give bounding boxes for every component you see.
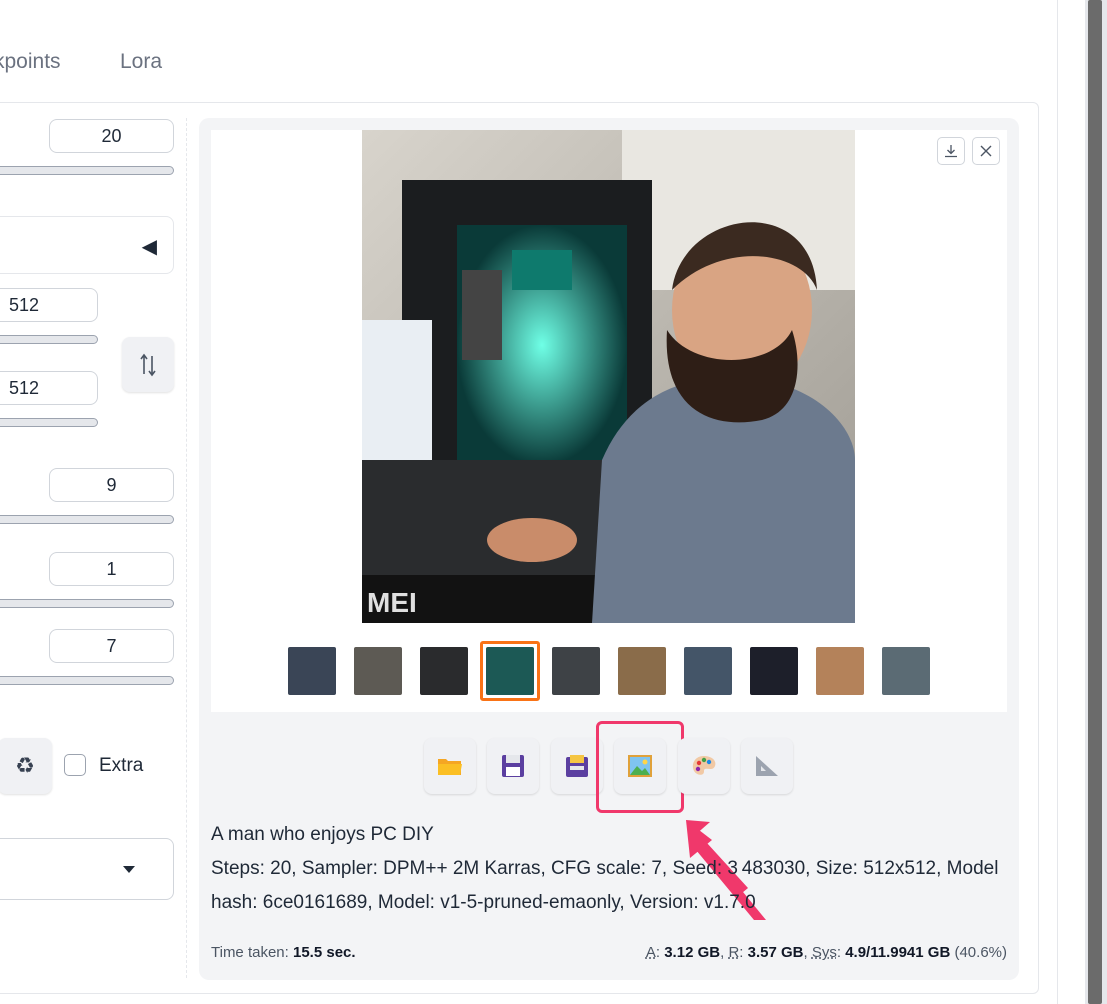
thumbnail-6[interactable] xyxy=(618,647,666,695)
hires-fix-accordion[interactable]: ◀ xyxy=(0,216,174,274)
tab-lora[interactable]: Lora xyxy=(120,50,162,74)
cfg-slider[interactable] xyxy=(0,515,174,524)
vram-sys-value: 4.9/11.9941 GB xyxy=(845,944,951,961)
thumbnail-4[interactable] xyxy=(486,647,534,695)
width-value: 512 xyxy=(9,294,40,315)
height-value: 512 xyxy=(9,377,40,398)
time-value: 15.5 sec. xyxy=(292,944,356,961)
thumbnail-3[interactable] xyxy=(420,647,468,695)
vram-sys-label: Sys xyxy=(811,944,837,961)
vram-a-value: 3.12 GB xyxy=(664,944,721,961)
vram-a-label: A xyxy=(645,944,656,961)
send-to-inpaint-button[interactable] xyxy=(678,738,730,794)
width-slider[interactable] xyxy=(0,335,98,344)
reuse-seed-button[interactable]: ♻ xyxy=(0,738,52,794)
script-dropdown[interactable] xyxy=(0,838,174,900)
ruler-icon xyxy=(756,756,778,776)
batch-input[interactable]: 1 xyxy=(49,552,174,586)
param-slider[interactable] xyxy=(0,676,174,685)
generated-image[interactable]: MEI xyxy=(362,130,855,623)
close-icon xyxy=(980,145,992,157)
recycle-icon: ♻ xyxy=(15,753,35,778)
thumbnail-8[interactable] xyxy=(750,647,798,695)
thumbnail-5[interactable] xyxy=(552,647,600,695)
height-slider[interactable] xyxy=(0,418,98,427)
height-input[interactable]: 512 xyxy=(0,371,98,405)
generated-image-art: MEI xyxy=(362,130,855,623)
vram-r-label: R xyxy=(728,944,740,961)
zip-icon xyxy=(566,755,588,777)
swap-arrows-icon xyxy=(140,353,156,376)
collapse-triangle-icon[interactable]: ◀ xyxy=(142,234,157,259)
page-edge-divider xyxy=(1057,0,1058,1004)
scrollbar-thumb[interactable] xyxy=(1088,0,1102,1004)
vram-sys-percent: (40.6%) xyxy=(954,944,1007,961)
send-to-img2img-button[interactable] xyxy=(614,738,666,794)
thumbnail-1[interactable] xyxy=(288,647,336,695)
folder-icon xyxy=(438,759,462,775)
chevron-down-icon xyxy=(123,866,135,873)
vram-stats: A: 3.12 GB, R: 3.57 GB, Sys: 4.9/11.9941… xyxy=(645,944,1007,961)
batch-slider[interactable] xyxy=(0,599,174,608)
thumbnail-7[interactable] xyxy=(684,647,732,695)
prompt-text: A man who enjoys PC DIY xyxy=(211,824,434,845)
column-divider xyxy=(186,118,187,978)
image-icon xyxy=(628,755,652,777)
download-icon xyxy=(945,145,957,158)
extra-label: Extra xyxy=(99,755,144,776)
swap-dimensions-button[interactable] xyxy=(122,337,174,392)
time-label: Time taken: xyxy=(211,944,289,961)
generation-params-line1: Steps: 20, Sampler: DPM++ 2M Karras, CFG… xyxy=(211,858,999,879)
close-button[interactable] xyxy=(972,137,1000,165)
steps-input[interactable]: 20 xyxy=(49,119,174,153)
generation-params-line2: hash: 6ce0161689, Model: v1-5-pruned-ema… xyxy=(211,892,756,913)
cfg-input[interactable]: 9 xyxy=(49,468,174,502)
palette-icon xyxy=(692,756,716,775)
open-folder-button[interactable] xyxy=(424,738,476,794)
time-taken: Time taken: 15.5 sec. xyxy=(211,944,356,961)
thumbnail-9[interactable] xyxy=(816,647,864,695)
param-input[interactable]: 7 xyxy=(49,629,174,663)
thumbnail-10[interactable] xyxy=(882,647,930,695)
send-to-extras-button[interactable] xyxy=(741,738,793,794)
svg-text:MEI: MEI xyxy=(367,587,417,618)
extra-checkbox[interactable] xyxy=(64,754,86,776)
save-button[interactable] xyxy=(487,738,539,794)
vram-r-value: 3.57 GB xyxy=(747,944,804,961)
width-input[interactable]: 512 xyxy=(0,288,98,322)
download-button[interactable] xyxy=(937,137,965,165)
thumbnail-2[interactable] xyxy=(354,647,402,695)
save-icon xyxy=(502,755,524,777)
steps-slider[interactable] xyxy=(0,166,174,175)
tab-checkpoints[interactable]: kpoints xyxy=(0,50,61,74)
